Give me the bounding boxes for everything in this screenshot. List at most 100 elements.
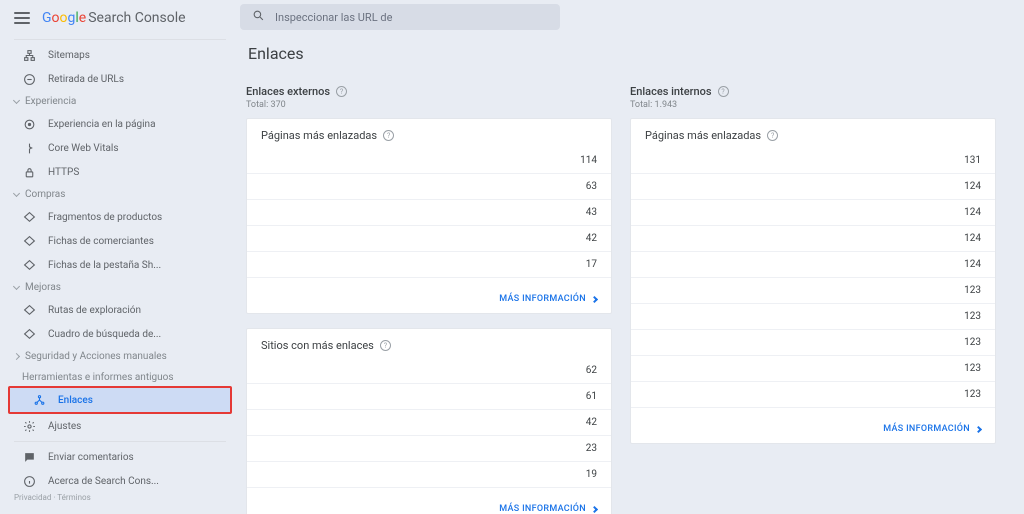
help-icon[interactable]: ? — [383, 130, 394, 141]
sidebar-item-products[interactable]: Fragmentos de productos — [0, 205, 230, 229]
sidebar-label: Enviar comentarios — [48, 452, 134, 463]
search-icon — [252, 9, 265, 25]
search-input[interactable]: Inspeccionar las URL de — [240, 4, 560, 30]
sidebar-item-breadcrumbs[interactable]: Rutas de exploración — [0, 298, 230, 322]
sidebar-item-settings[interactable]: Ajustes — [0, 414, 230, 438]
card-title: Páginas más enlazadas — [261, 129, 377, 142]
sidebar-label: Ajustes — [48, 421, 81, 432]
table-row[interactable]: 123 — [631, 381, 995, 407]
row-value: 23 — [567, 443, 597, 454]
row-value: 124 — [951, 233, 981, 244]
col-title: Enlaces externos — [246, 85, 330, 98]
sidebar-item-feedback[interactable]: Enviar comentarios — [0, 445, 230, 469]
table-row[interactable]: 114 — [247, 148, 611, 173]
chevron-down-icon — [13, 189, 20, 196]
chevron-right-icon — [975, 425, 982, 432]
table-row[interactable]: 17 — [247, 251, 611, 277]
sidebar-label: Sitemaps — [48, 50, 90, 61]
sidebar-item-merchant[interactable]: Fichas de comerciantes — [0, 229, 230, 253]
sidebar-section-legacy[interactable]: Herramientas e informes antiguos — [0, 367, 240, 386]
sidebar-label: Fragmentos de productos — [48, 212, 162, 223]
help-icon[interactable]: ? — [380, 340, 391, 351]
internal-top-pages-card: Páginas más enlazadas? 131 124 124 124 124 12… — [630, 118, 996, 444]
sidebar-item-sitemaps[interactable]: Sitemaps — [0, 43, 230, 67]
row-value: 124 — [951, 259, 981, 270]
links-icon — [32, 393, 46, 407]
menu-icon[interactable] — [14, 12, 30, 24]
table-row[interactable]: 19 — [247, 461, 611, 487]
table-row[interactable]: 124 — [631, 173, 995, 199]
sidebar-item-about[interactable]: Acerca de Search Cons... — [0, 469, 230, 493]
sidebar-section-mejoras[interactable]: Mejoras — [0, 277, 240, 298]
sidebar-label: Retirada de URLs — [48, 74, 124, 85]
table-row[interactable]: 123 — [631, 329, 995, 355]
sidebar-label: Fichas de comerciantes — [48, 236, 154, 247]
row-value: 131 — [951, 155, 981, 166]
col-title: Enlaces internos — [630, 85, 712, 98]
row-value: 43 — [567, 207, 597, 218]
logo: GoogleSearch Console — [42, 10, 186, 26]
table-row[interactable]: 124 — [631, 199, 995, 225]
table-row[interactable]: 124 — [631, 225, 995, 251]
row-value: 42 — [567, 233, 597, 244]
row-value: 17 — [567, 259, 597, 270]
row-value: 124 — [951, 181, 981, 192]
sidebar-item-searchbox[interactable]: Cuadro de búsqueda de... — [0, 322, 230, 346]
help-icon[interactable]: ? — [336, 86, 347, 97]
external-top-pages-card: Páginas más enlazadas? 114 63 43 42 17 MÁS I… — [246, 118, 612, 314]
row-value: 123 — [951, 389, 981, 400]
table-row[interactable]: 23 — [247, 435, 611, 461]
sidebar-label: Acerca de Search Cons... — [48, 476, 159, 487]
more-link[interactable]: MÁS INFORMACIÓN — [499, 504, 597, 514]
table-row[interactable]: 131 — [631, 148, 995, 173]
table-row[interactable]: 63 — [247, 173, 611, 199]
tag-icon — [22, 210, 36, 224]
row-value: 42 — [567, 417, 597, 428]
table-row[interactable]: 61 — [247, 383, 611, 409]
sidebar-section-experiencia[interactable]: Experiencia — [0, 91, 240, 112]
row-value: 61 — [567, 391, 597, 402]
sidebar-item-https[interactable]: HTTPS — [0, 160, 230, 184]
remove-icon — [22, 72, 36, 86]
highlight-box: Enlaces — [8, 386, 232, 414]
col-total: Total: 370 — [246, 100, 612, 110]
sidebar-item-pageexp[interactable]: Experiencia en la página — [0, 112, 230, 136]
card-title: Páginas más enlazadas — [645, 129, 761, 142]
row-value: 123 — [951, 285, 981, 296]
table-row[interactable]: 123 — [631, 303, 995, 329]
table-row[interactable]: 43 — [247, 199, 611, 225]
table-row[interactable]: 62 — [247, 358, 611, 383]
sitemap-icon — [22, 48, 36, 62]
help-icon[interactable]: ? — [718, 86, 729, 97]
table-row[interactable]: 42 — [247, 409, 611, 435]
table-row[interactable]: 123 — [631, 277, 995, 303]
chevron-down-icon — [13, 282, 20, 289]
chevron-right-icon — [13, 353, 20, 360]
row-value: 63 — [567, 181, 597, 192]
more-link[interactable]: MÁS INFORMACIÓN — [499, 294, 597, 304]
star-icon — [22, 117, 36, 131]
chevron-right-icon — [591, 295, 598, 302]
sidebar-label: Core Web Vitals — [48, 143, 119, 154]
sidebar-item-removals[interactable]: Retirada de URLs — [0, 67, 230, 91]
sidebar-section-security[interactable]: Seguridad y Acciones manuales — [0, 346, 240, 367]
row-value: 19 — [567, 469, 597, 480]
help-icon[interactable]: ? — [767, 130, 778, 141]
table-row[interactable]: 42 — [247, 225, 611, 251]
sidebar-item-cwv[interactable]: Core Web Vitals — [0, 136, 230, 160]
sidebar-section-compras[interactable]: Compras — [0, 184, 240, 205]
sidebar-item-shoptab[interactable]: Fichas de la pestaña Sh... — [0, 253, 230, 277]
col-total: Total: 1.943 — [630, 100, 996, 110]
sidebar-item-enlaces[interactable]: Enlaces — [10, 388, 230, 412]
external-links-column: Enlaces externos? Total: 370 Páginas más… — [246, 85, 612, 514]
tag-icon — [22, 303, 36, 317]
chevron-down-icon — [13, 96, 20, 103]
more-link[interactable]: MÁS INFORMACIÓN — [883, 424, 981, 434]
table-row[interactable]: 124 — [631, 251, 995, 277]
row-value: 123 — [951, 311, 981, 322]
tag-icon — [22, 258, 36, 272]
chevron-right-icon — [591, 505, 598, 512]
sidebar-footer: Privacidad · Términos — [0, 493, 240, 502]
vitals-icon — [22, 141, 36, 155]
table-row[interactable]: 123 — [631, 355, 995, 381]
